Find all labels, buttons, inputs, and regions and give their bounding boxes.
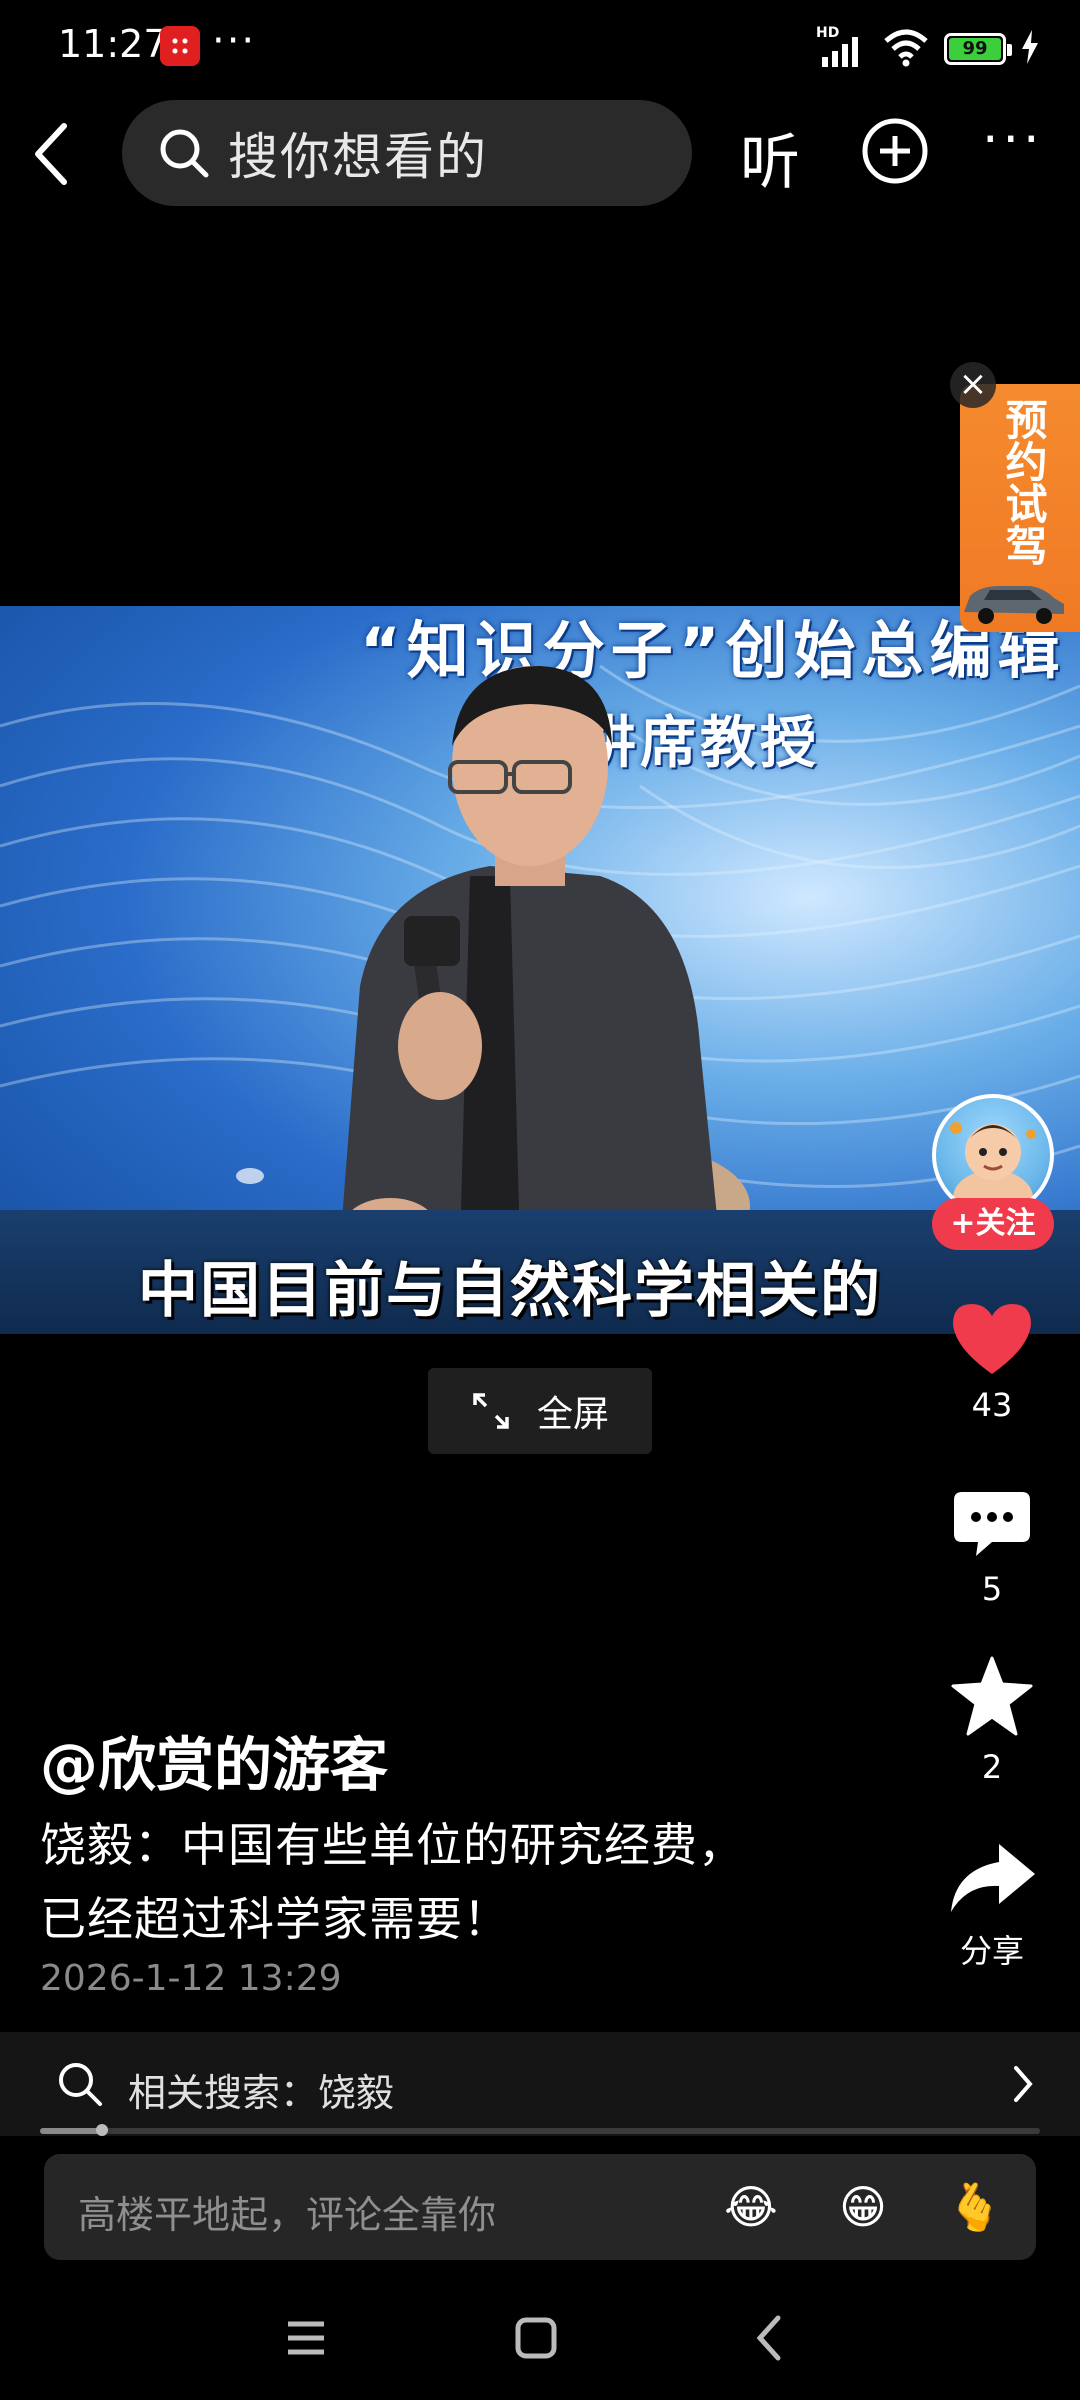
back-button[interactable] bbox=[22, 116, 82, 192]
finger-heart-emoji-icon[interactable]: 🫰 bbox=[944, 2176, 1006, 2238]
battery-icon: 99 bbox=[944, 33, 1012, 65]
battery-level: 99 bbox=[949, 38, 1001, 60]
comment-button[interactable]: 5 bbox=[930, 1488, 1054, 1608]
system-navigation-bar bbox=[0, 2270, 1080, 2400]
charging-icon bbox=[1020, 30, 1040, 68]
app-notification-icon bbox=[160, 26, 200, 66]
star-icon bbox=[951, 1656, 1033, 1736]
follow-button[interactable]: +关注 bbox=[932, 1198, 1054, 1250]
share-arrow-icon bbox=[951, 1844, 1035, 1912]
expand-icon bbox=[473, 1393, 509, 1429]
signal-icon: HD bbox=[816, 25, 868, 69]
video-player[interactable]: “知识分子”创始总编辑 大学讲席教授 中国目前与自然科学相关的 bbox=[0, 606, 1080, 1334]
favorite-button[interactable]: 2 bbox=[930, 1654, 1054, 1786]
comment-input[interactable]: 高楼平地起，评论全靠你 😂 😁 🫰 bbox=[44, 2154, 1036, 2260]
speaker-figure bbox=[340, 666, 750, 1266]
back-arrow-icon bbox=[35, 123, 67, 185]
like-count: 43 bbox=[971, 1386, 1013, 1424]
share-label: 分享 bbox=[959, 1932, 1024, 1970]
video-progress-bar[interactable] bbox=[40, 2124, 1040, 2136]
comment-placeholder: 高楼平地起，评论全靠你 bbox=[78, 2193, 497, 2237]
comment-count: 5 bbox=[981, 1570, 1003, 1608]
post-description: 饶毅：中国有些单位的研究经费， 已经超过科学家需要！ bbox=[40, 1808, 840, 1956]
menu-icon bbox=[288, 2321, 324, 2355]
add-button[interactable] bbox=[860, 116, 930, 186]
home-nav-button[interactable] bbox=[506, 2308, 566, 2368]
wifi-icon bbox=[882, 27, 930, 71]
search-placeholder: 搜你想看的 bbox=[228, 128, 488, 186]
related-search-label: 相关搜索：饶毅 bbox=[128, 2071, 395, 2115]
fullscreen-button[interactable]: 全屏 bbox=[428, 1368, 652, 1454]
fullscreen-label: 全屏 bbox=[536, 1394, 609, 1435]
status-overflow: ··· bbox=[212, 18, 257, 64]
video-subtitle: 中国目前与自然科学相关的 bbox=[138, 1256, 882, 1326]
top-bar: 搜你想看的 听 ··· bbox=[0, 96, 1080, 212]
progress-handle[interactable] bbox=[96, 2124, 108, 2136]
plus-circle-icon bbox=[862, 118, 928, 184]
test-drive-ad[interactable]: 预约试驾 bbox=[960, 384, 1080, 632]
author-name[interactable]: @欣赏的游客 bbox=[40, 1718, 388, 1802]
car-icon bbox=[964, 586, 1064, 624]
home-square-icon bbox=[515, 2317, 557, 2359]
description-line-2: 已经超过科学家需要！ bbox=[40, 1892, 510, 1946]
post-timestamp: 2026-1-12 13:29 bbox=[40, 1958, 342, 1999]
like-button[interactable]: 43 bbox=[930, 1300, 1054, 1424]
search-icon bbox=[59, 2063, 102, 2106]
heart-icon bbox=[953, 1304, 1031, 1374]
status-bar: 11:27 ··· HD 99 bbox=[0, 0, 1080, 96]
more-button[interactable]: ··· bbox=[982, 110, 1044, 170]
search-input[interactable]: 搜你想看的 bbox=[122, 100, 692, 206]
menu-nav-button[interactable] bbox=[276, 2308, 336, 2368]
chevron-right-icon bbox=[1014, 2066, 1033, 2102]
favorite-count: 2 bbox=[981, 1748, 1003, 1786]
listen-button[interactable]: 听 bbox=[740, 114, 800, 201]
description-line-1: 饶毅：中国有些单位的研究经费， bbox=[40, 1818, 745, 1872]
status-time: 11:27 bbox=[58, 22, 168, 66]
grin-emoji-icon[interactable]: 😁 bbox=[832, 2176, 894, 2238]
progress-fill bbox=[40, 2128, 102, 2134]
related-search-bar[interactable]: 相关搜索：饶毅 bbox=[0, 2032, 1080, 2136]
avatar-image bbox=[950, 1122, 1036, 1212]
back-chevron-icon bbox=[756, 2315, 781, 2361]
comment-bubble-icon bbox=[954, 1492, 1030, 1556]
ad-close-button[interactable]: × bbox=[950, 362, 996, 408]
laugh-cry-emoji-icon[interactable]: 😂 bbox=[720, 2176, 782, 2238]
back-nav-button[interactable] bbox=[740, 2308, 800, 2368]
ad-label: 预约试驾 bbox=[999, 398, 1048, 566]
status-indicators: HD 99 bbox=[816, 25, 1040, 72]
search-icon bbox=[160, 129, 209, 178]
share-button[interactable]: 分享 bbox=[930, 1840, 1054, 1972]
